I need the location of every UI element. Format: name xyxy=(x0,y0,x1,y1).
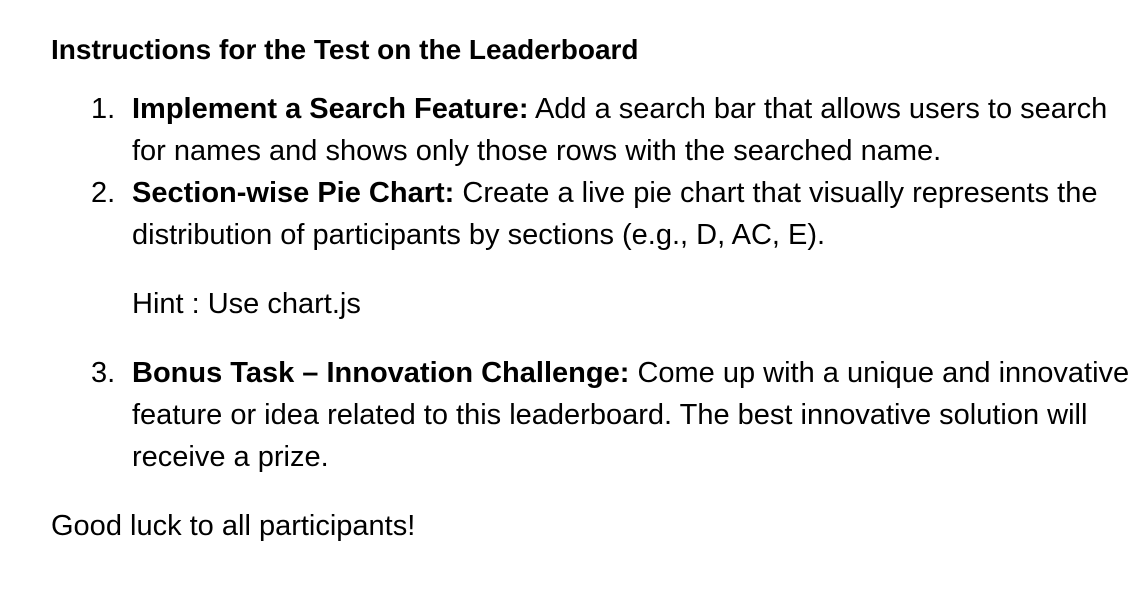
document-title: Instructions for the Test on the Leaderb… xyxy=(51,34,639,65)
task-list-continued: 3. Bonus Task – Innovation Challenge: Co… xyxy=(51,352,1131,478)
task-list: 1. Implement a Search Feature: Add a sea… xyxy=(51,88,1131,256)
task-item-search: 1. Implement a Search Feature: Add a sea… xyxy=(51,88,1131,172)
closing-text: Good luck to all participants! xyxy=(51,510,416,542)
task-item-pie-chart: 2. Section-wise Pie Chart: Create a live… xyxy=(51,172,1131,256)
task-heading: Implement a Search Feature: xyxy=(132,93,529,125)
task-number: 1. xyxy=(91,93,116,125)
task-item-bonus: 3. Bonus Task – Innovation Challenge: Co… xyxy=(51,352,1131,478)
task-number: 2. xyxy=(91,177,116,209)
document-body: Instructions for the Test on the Leaderb… xyxy=(51,30,1131,547)
hint-text: Hint : Use chart.js xyxy=(132,288,361,320)
task-heading: Bonus Task – Innovation Challenge: xyxy=(132,357,630,389)
task-number: 3. xyxy=(91,357,116,389)
task-heading: Section-wise Pie Chart: xyxy=(132,177,455,209)
